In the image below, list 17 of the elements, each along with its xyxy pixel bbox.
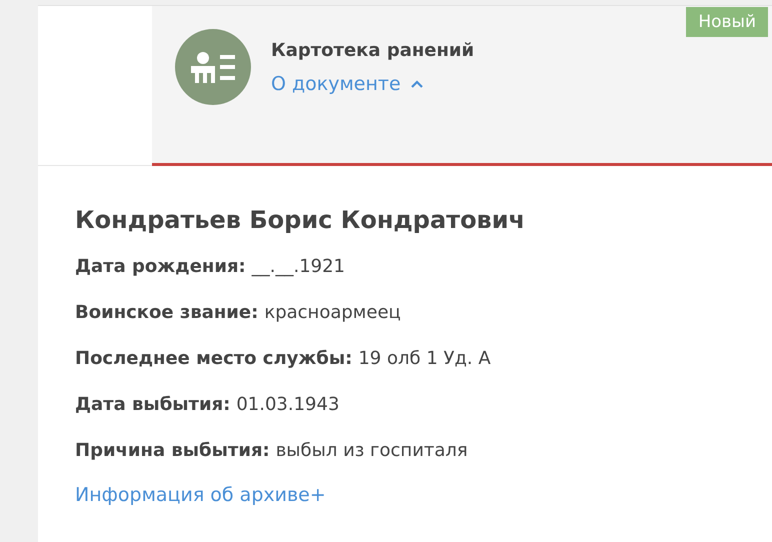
field-value: __.__.1921	[252, 256, 346, 277]
field-label: Дата выбытия:	[75, 394, 230, 415]
person-name: Кондратьев Борис Кондратович	[75, 206, 526, 234]
new-badge: Новый	[686, 7, 768, 37]
field-value: 19 олб 1 Уд. А	[358, 348, 491, 369]
document-type-icon	[175, 29, 251, 105]
field-value: 01.03.1943	[236, 394, 340, 415]
field-label: Последнее место службы:	[75, 348, 352, 369]
field-value: выбыл из госпиталя	[276, 440, 468, 461]
about-document-link[interactable]: О документе	[271, 73, 474, 95]
caret-icon	[410, 80, 423, 88]
field-label: Воинское звание:	[75, 302, 258, 323]
archive-info-link[interactable]: Информация об архиве+	[75, 484, 326, 506]
field-label: Причина выбытия:	[75, 440, 270, 461]
field-label: Дата рождения:	[75, 256, 246, 277]
document-title: Картотека ранений	[271, 40, 474, 61]
field-value: красноармеец	[264, 302, 401, 323]
